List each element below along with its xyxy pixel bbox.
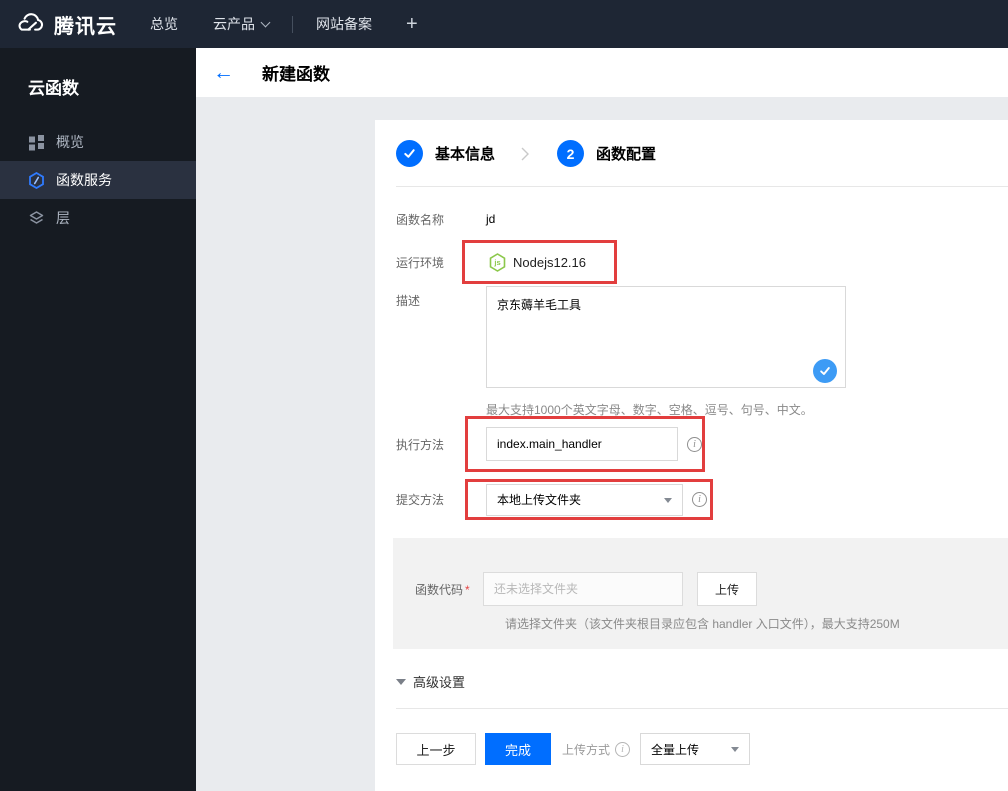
page-title: 新建函数 xyxy=(262,65,330,84)
description-field-wrap: 京东薅羊毛工具 xyxy=(486,286,846,393)
function-code-label-text: 函数代码 xyxy=(415,582,464,597)
sidebar-menu: 概览 函数服务 层 xyxy=(0,123,196,237)
nodejs-icon: js xyxy=(489,252,506,272)
function-code-hint: 请选择文件夹（该文件夹根目录应包含 handler 入口文件），最大支持250M xyxy=(505,617,900,631)
content-background: 基本信息 2 函数配置 函数名称 jd 运行环境 js Nodejs12.16 … xyxy=(196,97,1008,791)
page-header: ← 新建函数 xyxy=(196,48,1008,97)
handler-highlight-box: i xyxy=(465,416,705,472)
info-icon[interactable]: i xyxy=(615,741,631,757)
triangle-down-icon xyxy=(396,678,406,685)
submit-method-value: 本地上传文件夹 xyxy=(497,493,582,507)
previous-step-button[interactable]: 上一步 xyxy=(396,733,476,765)
function-name-label: 函数名称 xyxy=(396,212,445,227)
function-code-label: 函数代码 * xyxy=(415,581,483,598)
function-name-value: jd xyxy=(486,212,496,226)
valid-check-icon xyxy=(813,359,837,383)
topbar: 腾讯云 总览 云产品 网站备案 + xyxy=(0,0,1008,48)
step1-label: 基本信息 xyxy=(435,146,496,163)
sidebar-item-layers[interactable]: 层 xyxy=(0,199,196,237)
info-icon[interactable]: i xyxy=(692,492,707,507)
folder-path-input xyxy=(483,572,683,606)
main-area: ← 新建函数 基本信息 2 函数配置 函数名称 jd 运行环境 js Nodej… xyxy=(196,48,1008,791)
handler-input[interactable] xyxy=(486,427,678,461)
nav-website-beian[interactable]: 网站备案 xyxy=(316,14,372,34)
description-textarea[interactable]: 京东薅羊毛工具 xyxy=(486,286,846,388)
upload-mode-label: 上传方式 xyxy=(562,742,611,757)
step2-number-badge: 2 xyxy=(557,140,585,167)
brand-home-link[interactable]: 腾讯云 xyxy=(0,10,117,39)
footer-divider xyxy=(396,708,1008,709)
step2-label: 函数配置 xyxy=(596,146,657,163)
info-icon[interactable]: i xyxy=(687,436,702,452)
description-label: 描述 xyxy=(396,294,421,308)
step-indicator: 基本信息 2 函数配置 xyxy=(396,120,1008,167)
submit-method-row: 提交方法 本地上传文件夹 i xyxy=(396,479,1008,520)
tencent-cloud-logo-icon xyxy=(14,13,45,35)
step1-check-icon xyxy=(396,140,423,167)
form-card: 基本信息 2 函数配置 函数名称 jd 运行环境 js Nodejs12.16 … xyxy=(375,120,1008,791)
upload-mode-value: 全量上传 xyxy=(651,742,700,757)
nav-overview[interactable]: 总览 xyxy=(150,14,178,34)
caret-down-icon xyxy=(664,497,672,503)
nav-cloud-products-label: 云产品 xyxy=(213,16,255,32)
function-name-row: 函数名称 jd xyxy=(396,209,1008,229)
back-arrow-icon[interactable]: ← xyxy=(213,62,234,83)
sidebar-item-label: 概览 xyxy=(56,134,84,150)
nav-separator xyxy=(292,15,293,33)
description-row: 描述 京东薅羊毛工具 xyxy=(396,286,1008,393)
handler-row: 执行方法 i xyxy=(396,416,1008,472)
required-asterisk: * xyxy=(465,582,470,597)
top-navigation: 总览 云产品 网站备案 + xyxy=(150,14,418,34)
svg-text:js: js xyxy=(493,258,500,267)
nav-cloud-products[interactable]: 云产品 xyxy=(213,14,271,34)
sidebar-item-overview[interactable]: 概览 xyxy=(0,123,196,161)
sidebar-item-function-service[interactable]: 函数服务 xyxy=(0,161,196,199)
caret-down-icon xyxy=(731,747,740,752)
runtime-value[interactable]: Nodejs12.16 xyxy=(513,255,586,270)
sidebar-item-label: 函数服务 xyxy=(56,172,112,188)
runtime-highlight-box: js Nodejs12.16 xyxy=(462,240,617,284)
upload-mode: 上传方式 i xyxy=(562,741,631,758)
app-window: 腾讯云 总览 云产品 网站备案 + 云函数 概览 函数服务 层 ← 新建函数 基… xyxy=(0,0,1008,791)
submit-method-select[interactable]: 本地上传文件夹 xyxy=(486,483,683,516)
footer-actions: 上一步 完成 上传方式 i 全量上传 xyxy=(396,733,1008,765)
hexagon-function-icon xyxy=(28,171,45,189)
layers-icon xyxy=(28,210,45,227)
runtime-row: 运行环境 js Nodejs12.16 xyxy=(396,240,1008,284)
chevron-down-icon xyxy=(260,17,271,27)
function-code-row: 函数代码* 上传 xyxy=(415,572,1008,606)
sidebar-title: 云函数 xyxy=(28,79,79,98)
sidebar-item-label: 层 xyxy=(56,210,70,226)
grid-icon xyxy=(28,134,45,151)
function-code-section: 函数代码* 上传 请选择文件夹（该文件夹根目录应包含 handler 入口文件）… xyxy=(393,538,1008,649)
advanced-settings-toggle[interactable]: 高级设置 xyxy=(396,672,1008,691)
advanced-settings-label: 高级设置 xyxy=(413,675,466,690)
brand-name: 腾讯云 xyxy=(54,15,117,38)
upload-mode-select[interactable]: 全量上传 xyxy=(640,733,751,765)
step-chevron-icon xyxy=(520,146,530,162)
sidebar: 云函数 概览 函数服务 层 xyxy=(0,48,196,791)
submit-method-highlight-box: 本地上传文件夹 i xyxy=(465,479,713,520)
upload-button[interactable]: 上传 xyxy=(697,572,757,606)
steps-divider xyxy=(396,186,1008,187)
add-nav-item-button[interactable]: + xyxy=(406,14,418,34)
finish-button[interactable]: 完成 xyxy=(485,733,551,765)
